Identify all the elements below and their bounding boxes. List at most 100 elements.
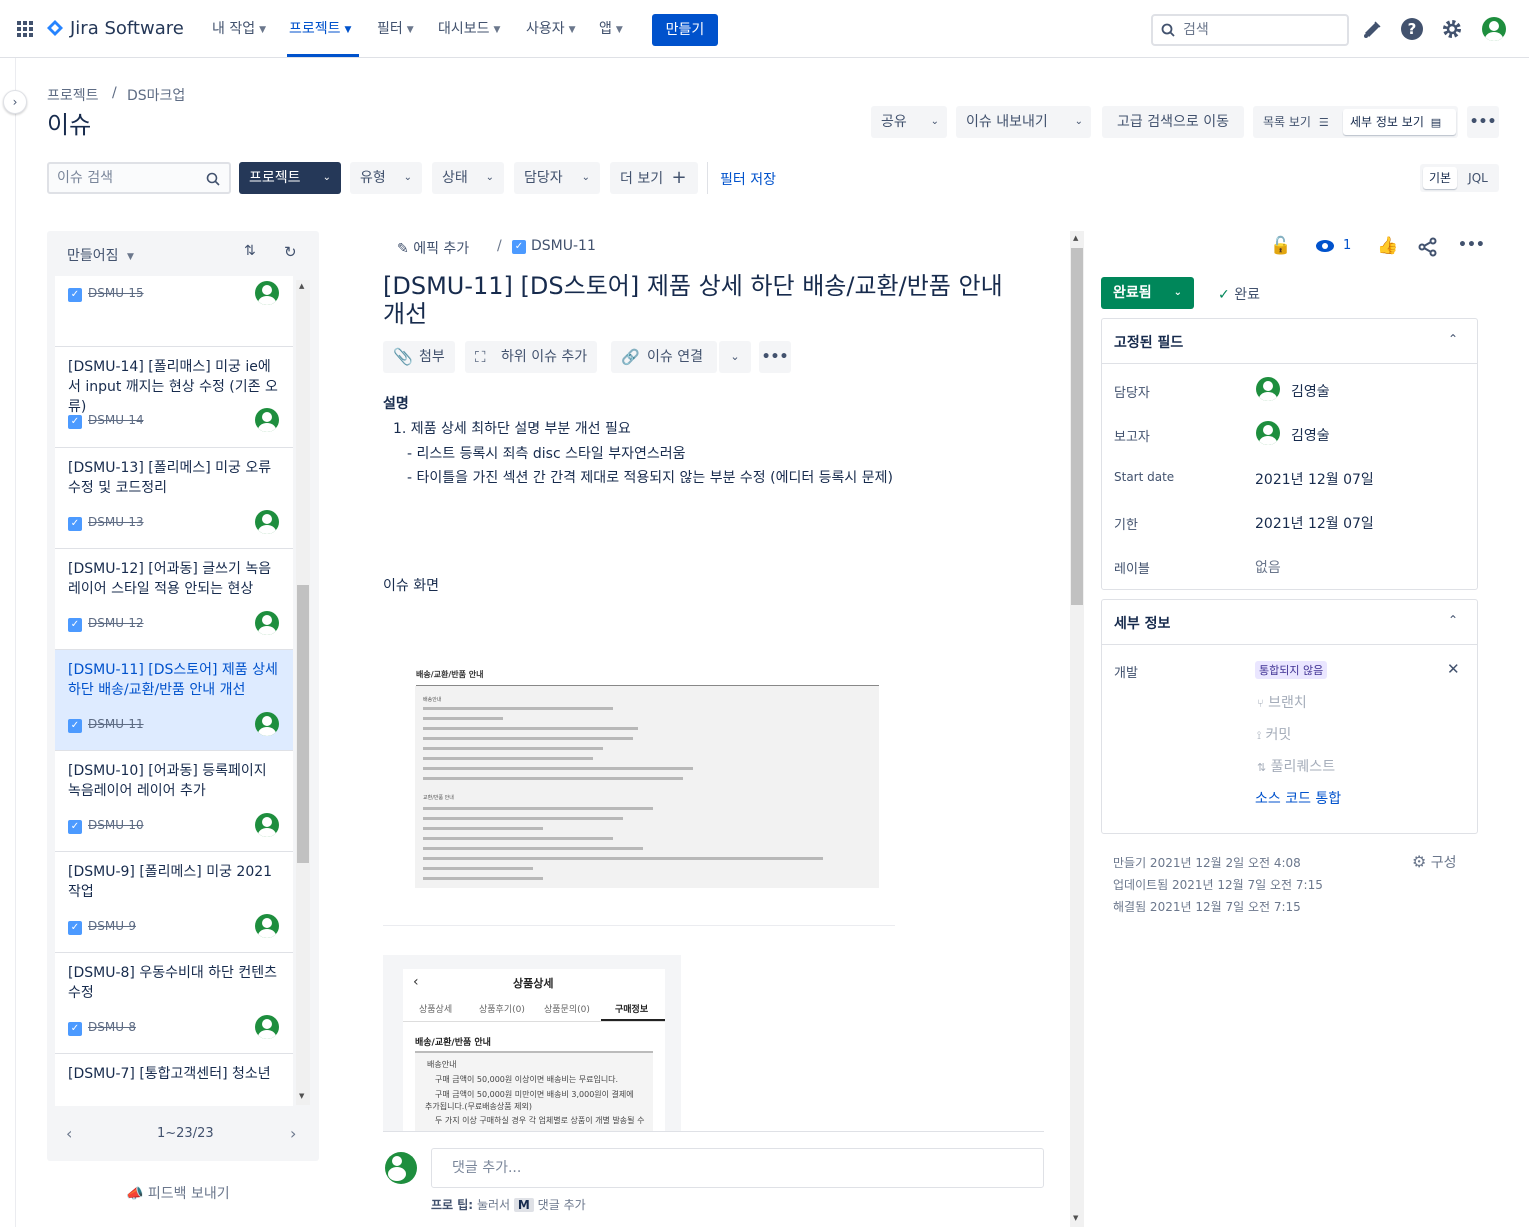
nav-active-underline — [287, 54, 359, 57]
nav-my-work[interactable]: 내 작업 ▼ — [212, 18, 266, 38]
resolved-date: 해결됨 2021년 12월 7일 오전 7:15 — [1113, 900, 1301, 914]
global-search-input[interactable]: 검색 — [1151, 14, 1349, 46]
share-button[interactable]: 공유 ⌄ — [871, 106, 947, 138]
next-page-chevron-icon[interactable]: › — [290, 1124, 296, 1143]
thumbs-up-icon[interactable]: 👍 — [1377, 236, 1398, 256]
jql-mode-button[interactable]: JQL — [1460, 167, 1496, 189]
issue-key-link[interactable]: ✓ DSMU-11 — [512, 238, 596, 254]
comment-input[interactable]: 댓글 추가... — [431, 1148, 1044, 1188]
list-scrollbar-thumb[interactable] — [297, 585, 309, 863]
help-icon[interactable]: ? — [1401, 18, 1423, 40]
screenshot-sub2: 교환/반품 안내 — [423, 795, 454, 801]
nav-apps[interactable]: 앱 ▼ — [599, 18, 623, 38]
list-view-button[interactable]: 목록 보기 ☰ — [1253, 106, 1341, 138]
pull-request-label: 풀리퀘스트 — [1270, 759, 1336, 775]
paperclip-icon: 📎 — [393, 347, 413, 366]
page-title: 이슈 — [47, 111, 92, 139]
more-filters-button[interactable]: 더 보기 + — [610, 162, 698, 194]
add-child-issue-button[interactable]: ⛶ 하위 이슈 추가 — [465, 341, 598, 373]
nav-filters[interactable]: 필터 ▼ — [377, 18, 414, 38]
create-button[interactable]: 만들기 — [652, 14, 718, 46]
scroll-down-arrow-icon[interactable]: ▼ — [299, 1092, 304, 1100]
issue-card[interactable]: [DSMU-9] [폴리메스] 미궁 2021 작업 ✓ DSMU-9 — [55, 852, 293, 953]
share-label: 공유 — [881, 114, 907, 130]
source-code-integration-link[interactable]: 소스 코드 통합 — [1255, 788, 1341, 808]
screenshot-text-line — [423, 727, 638, 730]
project-filter-button[interactable]: 프로젝트 ⌄ — [239, 162, 341, 194]
add-child-label: 하위 이슈 추가 — [501, 349, 588, 365]
jira-diamond-icon — [47, 20, 63, 36]
attached-screenshot-2[interactable]: ‹ 상품상세 상품상세 상품후기(0) 상품문의(0) 구매정보 배송/교환/반… — [383, 955, 681, 1131]
profile-avatar[interactable] — [1482, 17, 1506, 41]
field-value-start-date[interactable]: 2021년 12월 07일 — [1255, 469, 1374, 489]
issue-card[interactable]: [DSMU-12] [어과동] 글쓰기 녹음 레이어 스타일 적용 안되는 현상… — [55, 549, 293, 650]
lock-icon[interactable]: 🔓 — [1270, 236, 1291, 256]
more-actions-button[interactable]: ••• — [1467, 106, 1499, 138]
screenshot-text-line — [423, 837, 613, 840]
breadcrumb-project-name[interactable]: DS마크업 — [127, 85, 185, 105]
issue-card[interactable]: [DSMU-7] [통합고객센터] 청소년 — [55, 1054, 293, 1106]
settings-gear-icon[interactable] — [1441, 18, 1463, 40]
details-header[interactable]: 세부 정보 ⌃ — [1102, 600, 1477, 645]
add-epic-button[interactable]: ✎ 에픽 추가 — [397, 238, 469, 258]
link-issue-button[interactable]: 🔗 이슈 연결 — [611, 341, 717, 373]
screenshot-text-line — [423, 747, 603, 750]
refresh-icon[interactable]: ↻ — [284, 243, 297, 261]
issue-card[interactable]: [DSMU-14] [폴리매스] 미궁 ie에서 input 깨지는 현상 수정… — [55, 347, 293, 448]
feedback-button[interactable]: 📣 피드백 보내기 — [126, 1183, 230, 1203]
share-icon[interactable] — [1418, 237, 1438, 257]
issue-scrollbar-thumb[interactable] — [1071, 248, 1083, 605]
breadcrumb-projects[interactable]: 프로젝트 — [47, 85, 99, 105]
field-value-due-date[interactable]: 2021년 12월 07일 — [1255, 513, 1374, 533]
app-switcher-icon[interactable] — [17, 21, 33, 37]
save-filter-link[interactable]: 필터 저장 — [720, 169, 776, 189]
screenshot-text-line — [423, 757, 593, 760]
issue-card[interactable]: [DSMU-11] [DS스토어] 제품 상세 하단 배송/교환/반품 안내 개… — [55, 650, 293, 751]
nav-projects[interactable]: 프로젝트 ▼ — [289, 18, 351, 38]
more-toolbar-button[interactable]: ••• — [759, 341, 791, 373]
close-icon[interactable]: ✕ — [1447, 660, 1460, 678]
breadcrumb-separator: / — [497, 238, 502, 254]
pro-tip-label: 프로 팁: — [431, 1198, 474, 1212]
export-issues-button[interactable]: 이슈 내보내기 ⌄ — [956, 106, 1091, 138]
status-transition-button[interactable]: 완료됨 ⌄ — [1101, 277, 1194, 309]
scroll-down-arrow-icon[interactable]: ▼ — [1073, 1214, 1078, 1222]
issue-card[interactable]: [DSMU-8] 우동수비대 하단 컨텐츠 수정 ✓ DSMU-8 — [55, 953, 293, 1054]
status-filter-button[interactable]: 상태 ⌄ — [432, 162, 504, 194]
scroll-up-arrow-icon[interactable]: ▲ — [1073, 234, 1078, 242]
issue-card-key: DSMU-10 — [88, 818, 144, 832]
issue-card[interactable]: [DSMU-10] [어과동] 등록페이지 녹음레이어 레이어 추가 ✓ DSMU-… — [55, 751, 293, 852]
expand-sidebar-chevron-icon[interactable]: › — [3, 90, 27, 114]
nav-dashboards[interactable]: 대시보드 ▼ — [438, 18, 500, 38]
field-value-reporter[interactable]: 김영술 — [1291, 425, 1330, 445]
issue-list-panel: 만들어짐 ▼ ⇅ ↻ 프로젝트 소개 수정✓DSMU-15[DSMU-14] [… — [47, 231, 319, 1161]
detail-view-button[interactable]: 세부 정보 보기 ▤ — [1343, 109, 1456, 135]
comment-placeholder: 댓글 추가... — [452, 1160, 522, 1176]
issue-search-input[interactable]: 이슈 검색 — [47, 162, 231, 194]
attach-button[interactable]: 📎 첨부 — [383, 341, 455, 373]
watch-button[interactable]: 1 — [1315, 238, 1351, 258]
pinned-fields-header[interactable]: 고정된 필드 ⌃ — [1102, 319, 1477, 364]
field-value-labels[interactable]: 없음 — [1255, 557, 1281, 577]
screenshot-text-line — [423, 767, 693, 770]
notification-icon[interactable] — [1362, 19, 1382, 39]
prev-page-chevron-icon[interactable]: ‹ — [66, 1124, 72, 1143]
attached-screenshot-1[interactable]: 배송/교환/반품 안내 배송안내 교환/반품 안내 — [408, 645, 880, 891]
issue-title[interactable]: [DSMU-11] [DS스토어] 제품 상세 하단 배송/교환/반품 안내 개… — [383, 272, 1023, 328]
assignee-filter-button[interactable]: 담당자 ⌄ — [514, 162, 600, 194]
nav-people[interactable]: 사용자 ▼ — [526, 18, 576, 38]
link-issue-dropdown-button[interactable]: ⌄ — [719, 341, 751, 373]
configure-button[interactable]: ⚙ 구성 — [1412, 852, 1457, 872]
type-filter-button[interactable]: 유형 ⌄ — [350, 162, 422, 194]
scroll-up-arrow-icon[interactable]: ▲ — [299, 282, 304, 290]
sort-dropdown[interactable]: 만들어짐 ▼ — [67, 245, 134, 265]
issue-card[interactable]: [DSMU-13] [폴리메스] 미궁 오류 수정 및 코드정리 ✓ DSMU-13 — [55, 448, 293, 549]
more-issue-actions-icon[interactable]: ••• — [1458, 237, 1485, 253]
field-value-assignee[interactable]: 김영술 — [1291, 381, 1330, 401]
sort-order-icon[interactable]: ⇅ — [244, 243, 256, 259]
basic-mode-button[interactable]: 기본 — [1423, 167, 1457, 189]
issue-card-title: [DSMU-8] 우동수비대 하단 컨텐츠 수정 — [68, 965, 278, 1001]
nav-label: 사용자 — [526, 21, 565, 37]
advanced-search-button[interactable]: 고급 검색으로 이동 — [1102, 106, 1244, 138]
issue-card[interactable]: 프로젝트 소개 수정✓DSMU-15 — [55, 276, 293, 347]
